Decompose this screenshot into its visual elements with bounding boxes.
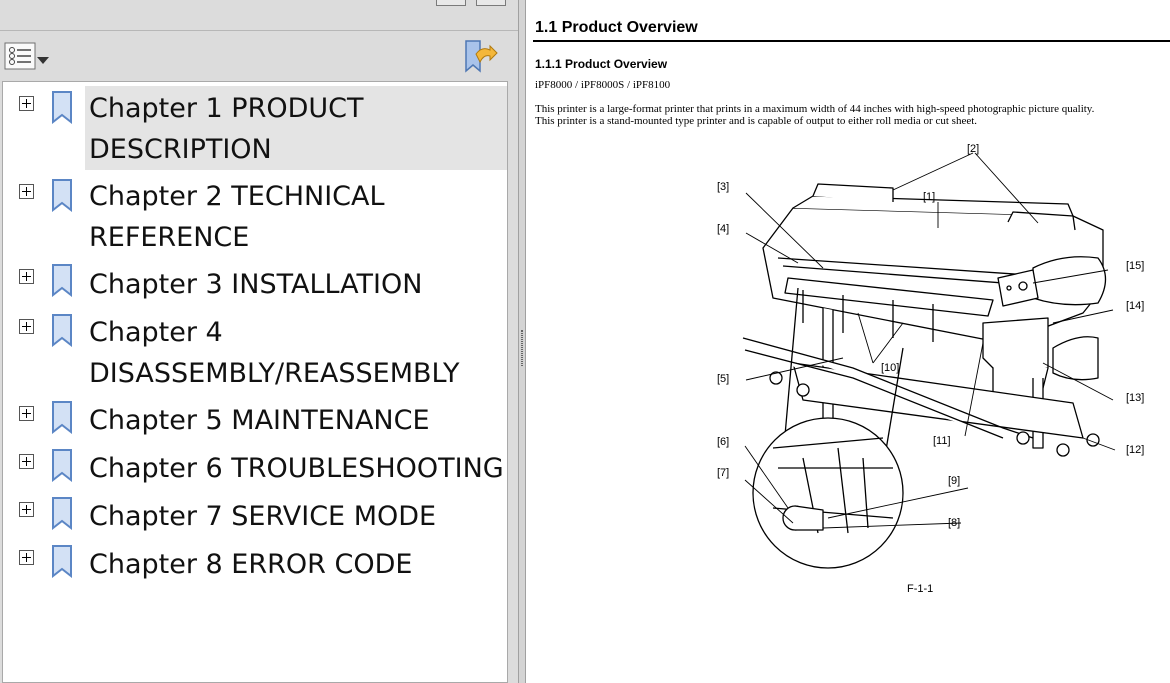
list-options-icon: [4, 42, 49, 70]
bookmark-tree: Chapter 1 PRODUCT DESCRIPTION Chapter 2 …: [2, 81, 508, 683]
bookmark-ribbon-icon: [52, 91, 72, 124]
callout-label: [14]: [1126, 300, 1144, 312]
expand-bookmark-icon: [465, 40, 498, 73]
callout-label: [7]: [717, 467, 729, 479]
bookmark-label[interactable]: Chapter 7 SERVICE MODE: [85, 494, 507, 537]
figure-caption: F-1-1: [907, 583, 934, 595]
panel-splitter[interactable]: [518, 0, 526, 683]
panel-menu-button[interactable]: [436, 0, 466, 6]
callout-label: [3]: [717, 181, 729, 193]
model-list: iPF8000 / iPF8000S / iPF8100: [535, 79, 671, 91]
bookmark-ribbon-icon: [52, 497, 72, 530]
expand-toggle-icon[interactable]: [19, 319, 34, 334]
expand-toggle-icon[interactable]: [19, 550, 34, 565]
expand-toggle-icon[interactable]: [19, 406, 34, 421]
printer-illustration: [2] [1] [3] [4] [5] [10] [11] [15] [14] …: [717, 143, 1144, 569]
expand-toggle-icon[interactable]: [19, 96, 34, 111]
bookmark-ribbon-icon: [52, 449, 72, 482]
bookmark-label[interactable]: Chapter 8 ERROR CODE: [85, 542, 507, 585]
callout-label: [1]: [923, 191, 935, 203]
bookmark-ribbon-icon: [52, 401, 72, 434]
document-page: 1.1 Product Overview 1.1.1 Product Overv…: [527, 0, 1170, 683]
callout-label: [13]: [1126, 392, 1144, 404]
expand-toggle-icon[interactable]: [19, 184, 34, 199]
callout-label: [8]: [948, 517, 960, 529]
subsection-title: 1.1.1 Product Overview: [535, 57, 668, 71]
printer-body-drawing: [742, 183, 1107, 569]
expand-bookmark-button[interactable]: [460, 38, 500, 74]
expand-toggle-icon[interactable]: [19, 269, 34, 284]
callout-label: [5]: [717, 373, 729, 385]
callout-label: [12]: [1126, 444, 1144, 456]
bookmark-ribbon-icon: [52, 314, 72, 347]
description-line: This printer is a stand-mounted type pri…: [535, 115, 978, 127]
callout-label: [10]: [881, 362, 899, 374]
expand-toggle-icon[interactable]: [19, 502, 34, 517]
bookmark-ribbon-icon: [52, 179, 72, 212]
bookmark-ribbon-icon: [52, 545, 72, 578]
expand-toggle-icon[interactable]: [19, 454, 34, 469]
callout-label: [2]: [967, 143, 979, 155]
splitter-grip-icon[interactable]: [521, 330, 523, 366]
bookmark-label[interactable]: Chapter 4 DISASSEMBLY/REASSEMBLY: [85, 310, 475, 394]
bookmark-ribbon-icon: [52, 264, 72, 297]
bookmarks-panel: Chapter 1 PRODUCT DESCRIPTION Chapter 2 …: [0, 0, 518, 683]
section-rule: [533, 40, 1170, 42]
callout-label: [6]: [717, 436, 729, 448]
panel-close-button[interactable]: [476, 0, 506, 6]
callout-label: [11]: [933, 435, 951, 447]
section-title: 1.1 Product Overview: [535, 19, 698, 36]
bookmark-label[interactable]: Chapter 2 TECHNICAL REFERENCE: [85, 174, 507, 258]
bookmarks-toolbar: [0, 32, 518, 80]
description: This printer is a large-format printer t…: [535, 103, 1167, 127]
callout-label: [9]: [948, 475, 960, 487]
bookmark-label[interactable]: Chapter 1 PRODUCT DESCRIPTION: [85, 86, 507, 170]
callout-label: [15]: [1126, 260, 1144, 272]
callout-label: [4]: [717, 223, 729, 235]
bookmark-label[interactable]: Chapter 6 TROUBLESHOOTING: [85, 446, 507, 489]
panel-header: [0, 0, 518, 31]
bookmark-label[interactable]: Chapter 5 MAINTENANCE: [85, 398, 507, 441]
bookmark-label[interactable]: Chapter 3 INSTALLATION: [85, 262, 507, 305]
description-line: This printer is a large-format printer t…: [535, 103, 1095, 115]
options-button[interactable]: [4, 42, 54, 72]
